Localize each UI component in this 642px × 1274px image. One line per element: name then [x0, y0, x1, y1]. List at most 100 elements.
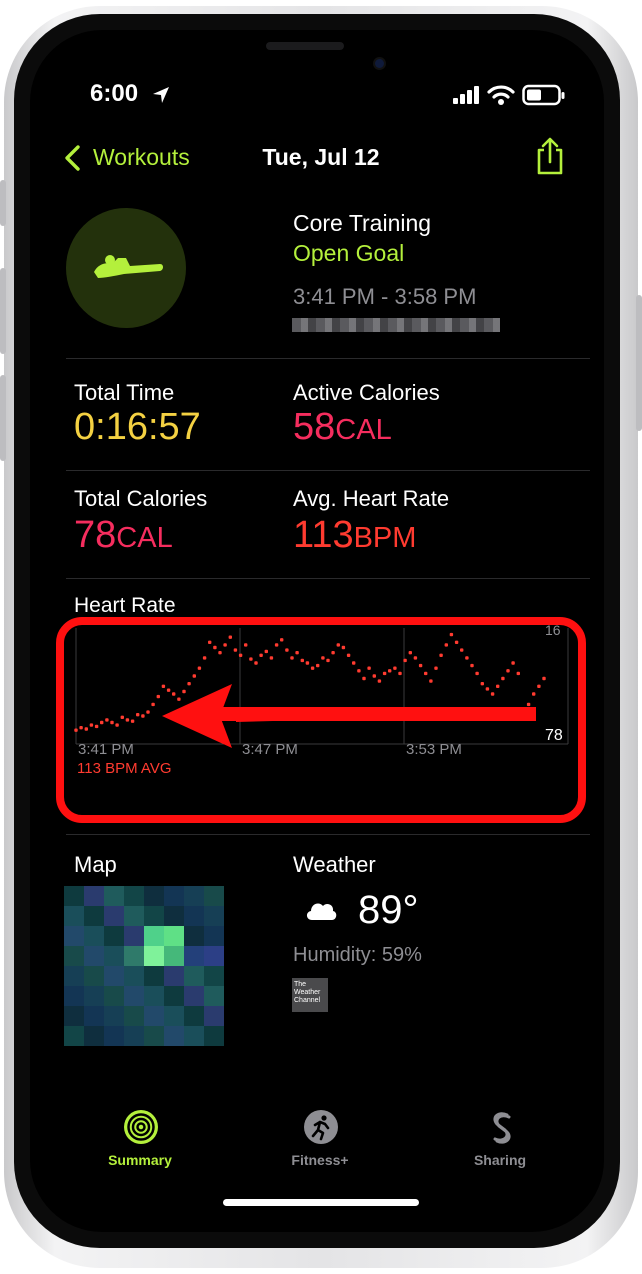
tab-fitness-plus-label: Fitness+ [291, 1152, 349, 1168]
map-pixel [184, 906, 204, 926]
map-pixel [144, 926, 164, 946]
map-pixel [184, 1026, 204, 1046]
map-pixel [164, 926, 184, 946]
avg-heart-rate-unit: BPM [353, 522, 417, 554]
map-pixel [144, 906, 164, 926]
weather-temperature: 89° [358, 888, 419, 932]
map-pixel [204, 886, 224, 906]
map-pixel [164, 886, 184, 906]
back-label: Workouts [93, 144, 190, 170]
total-time-value: 0:16:57 [74, 406, 201, 448]
map-pixel [64, 946, 84, 966]
total-calories-unit: CAL [116, 522, 173, 554]
home-indicator[interactable] [223, 1199, 419, 1206]
back-button[interactable]: Workouts [60, 140, 210, 176]
battery-icon [522, 84, 565, 106]
fitness-runner-icon [304, 1110, 338, 1144]
weather-title: Weather [293, 852, 376, 877]
cloud-icon [306, 903, 337, 920]
map-pixel [144, 946, 164, 966]
map-pixel [164, 966, 184, 986]
map-pixel [84, 946, 104, 966]
sharing-icon [493, 1112, 511, 1144]
map-pixel [124, 1026, 144, 1046]
avg-heart-rate-label: Avg. Heart Rate [293, 486, 450, 511]
active-calories-value: 58CAL [293, 406, 392, 449]
heart-rate-title: Heart Rate [74, 594, 176, 617]
divider [66, 470, 590, 471]
map-pixel [164, 1026, 184, 1046]
map-pixel [204, 986, 224, 1006]
map-pixel [124, 906, 144, 926]
map-pixel [64, 926, 84, 946]
avg-heart-rate-number: 113 [293, 514, 354, 556]
map-pixel [64, 966, 84, 986]
map-pixel [104, 886, 124, 906]
map-pixel [164, 906, 184, 926]
map-pixel [184, 966, 204, 986]
map-pixel [204, 966, 224, 986]
map-pixel [64, 906, 84, 926]
active-calories-unit: CAL [335, 414, 392, 446]
share-icon[interactable] [534, 136, 566, 176]
map-pixel [84, 886, 104, 906]
tab-sharing-label: Sharing [473, 1152, 527, 1168]
total-time-label: Total Time [74, 380, 175, 405]
tab-summary[interactable]: Summary [80, 1106, 200, 1176]
map-pixel [84, 926, 104, 946]
map-pixel [164, 1006, 184, 1026]
map-pixel [144, 886, 164, 906]
map-pixel [84, 966, 104, 986]
map-title: Map [74, 852, 117, 877]
total-calories-label: Total Calories [74, 486, 208, 511]
map-pixel [164, 986, 184, 1006]
map-pixel [124, 926, 144, 946]
map-pixel [64, 1026, 84, 1046]
map-pixel [184, 1006, 204, 1026]
map-pixel [124, 946, 144, 966]
map-pixel [104, 1006, 124, 1026]
map-pixel [204, 926, 224, 946]
avg-heart-rate-value: 113BPM [293, 514, 416, 557]
map-pixel [104, 906, 124, 926]
activity-rings-icon [124, 1110, 158, 1144]
map-pixel [84, 1006, 104, 1026]
map-pixel [104, 946, 124, 966]
location-arrow-icon [153, 87, 169, 103]
tab-fitness-plus[interactable]: Fitness+ [260, 1106, 380, 1176]
tab-summary-label: Summary [108, 1152, 172, 1168]
weather-channel-logo: The Weather Channel [292, 978, 328, 1012]
map-pixel [124, 1006, 144, 1026]
map-pixel [64, 886, 84, 906]
divider [66, 834, 590, 835]
map-pixel [204, 1026, 224, 1046]
map-pixel [144, 1026, 164, 1046]
active-calories-number: 58 [293, 406, 336, 448]
speaker-grille [266, 42, 344, 50]
map-pixel [184, 986, 204, 1006]
map-pixel [164, 946, 184, 966]
divider [66, 358, 590, 359]
total-calories-number: 78 [74, 514, 117, 556]
map-pixel [184, 926, 204, 946]
workout-goal: Open Goal [293, 240, 405, 266]
total-calories-value: 78CAL [74, 514, 173, 557]
map-pixel [124, 986, 144, 1006]
map-pixel [104, 1026, 124, 1046]
map-pixel [104, 926, 124, 946]
divider [66, 578, 590, 579]
map-pixel [204, 1006, 224, 1026]
tab-sharing[interactable]: Sharing [440, 1106, 560, 1176]
map-pixel [184, 886, 204, 906]
workout-icon-circle [66, 208, 186, 328]
map-pixel [204, 946, 224, 966]
chevron-left-icon [65, 145, 80, 171]
map-pixel [184, 946, 204, 966]
workout-name: Core Training [293, 210, 432, 236]
weather-humidity: Humidity: 59% [293, 944, 422, 966]
map-thumbnail[interactable] [64, 886, 224, 1046]
map-pixel [84, 1026, 104, 1046]
core-training-icon [94, 255, 163, 278]
map-pixel [144, 966, 164, 986]
map-pixel [204, 906, 224, 926]
